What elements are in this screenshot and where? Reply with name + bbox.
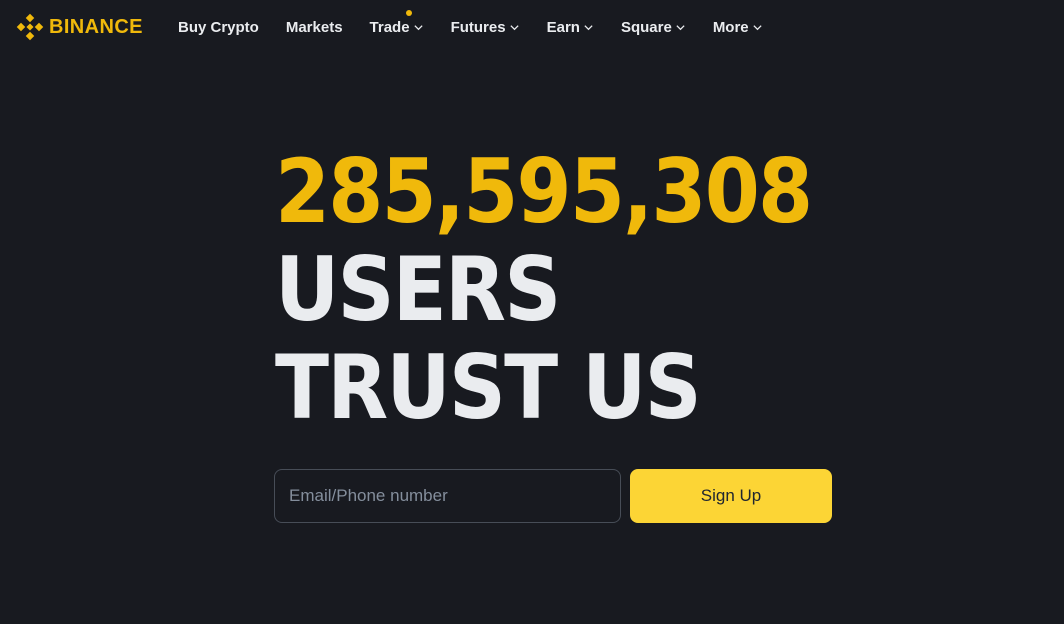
brand-logo[interactable]: BINANCE bbox=[16, 13, 143, 41]
hero-line-users: USERS bbox=[275, 238, 561, 341]
nav-label: Futures bbox=[450, 18, 506, 36]
chevron-down-icon bbox=[413, 24, 423, 30]
chevron-down-icon bbox=[584, 24, 593, 30]
nav-label: Trade bbox=[369, 18, 410, 36]
nav-square[interactable]: Square bbox=[621, 19, 686, 36]
brand-name: BINANCE bbox=[49, 16, 143, 38]
nav-more[interactable]: More bbox=[713, 19, 763, 36]
nav-trade[interactable]: Trade bbox=[369, 9, 424, 36]
nav-markets[interactable]: Markets bbox=[286, 19, 343, 36]
nav-futures[interactable]: Futures bbox=[451, 19, 520, 36]
binance-diamond-logo-icon bbox=[16, 13, 44, 41]
nav-earn[interactable]: Earn bbox=[547, 19, 594, 36]
chevron-down-icon bbox=[509, 24, 519, 30]
nav-label: Earn bbox=[546, 18, 580, 36]
top-navigation-bar: BINANCE Buy Crypto Markets Trade Futures… bbox=[0, 0, 1064, 54]
user-count: 285,595,308 bbox=[275, 140, 813, 243]
nav-label: Square bbox=[620, 18, 672, 36]
sign-up-button[interactable]: Sign Up bbox=[630, 469, 832, 523]
chevron-down-icon bbox=[753, 24, 762, 30]
email-phone-input[interactable] bbox=[274, 469, 621, 523]
chevron-down-icon bbox=[676, 24, 685, 30]
hero-line-trust: TRUST US bbox=[275, 336, 702, 439]
main-nav: Buy Crypto Markets Trade Futures Earn Sq… bbox=[178, 0, 763, 54]
nav-label: Buy Crypto bbox=[178, 18, 259, 36]
hero-headline: 285,595,308 USERS TRUST US bbox=[275, 143, 871, 437]
nav-buy-crypto[interactable]: Buy Crypto bbox=[178, 19, 259, 36]
nav-label: Markets bbox=[285, 18, 343, 36]
page: BINANCE Buy Crypto Markets Trade Futures… bbox=[0, 0, 1064, 624]
nav-label: More bbox=[712, 18, 749, 36]
new-indicator-dot bbox=[405, 9, 412, 16]
